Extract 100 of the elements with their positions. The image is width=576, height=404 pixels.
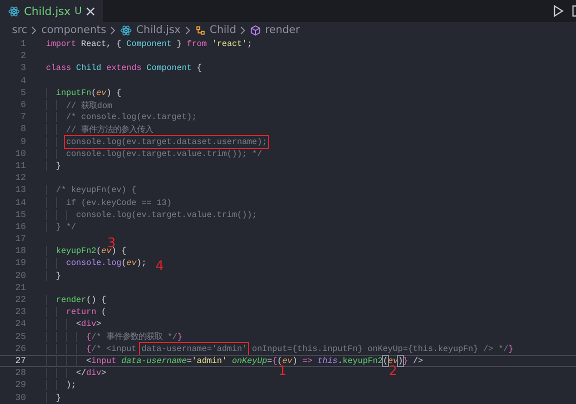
line-number: 14: [14, 198, 26, 208]
breadcrumb-item[interactable]: components: [41, 24, 106, 36]
code-token: input: [91, 356, 116, 366]
code-token: this: [316, 356, 338, 366]
code-token: if (ev.keyCode == 13): [66, 198, 172, 208]
code-token: ) {: [106, 88, 122, 98]
code-token: =: [186, 356, 192, 366]
highlighted-code: console.log(ev.target.dataset.username);: [66, 136, 268, 147]
code-token: }: [177, 332, 182, 342]
code-token: Child: [75, 63, 102, 74]
code-token: div: [81, 319, 96, 330]
code-token: keyupFn2: [342, 356, 383, 366]
chevron-icon: [110, 26, 116, 34]
tab-label: Child.jsx: [24, 4, 71, 18]
code-token: =: [267, 356, 272, 366]
react-icon: [8, 6, 20, 16]
annotation-number: 2: [388, 364, 398, 378]
code-token: div: [86, 368, 102, 378]
line-number: 12: [14, 173, 26, 184]
annotation-number: 4: [156, 260, 164, 274]
breadcrumb-item[interactable]: render: [265, 24, 300, 36]
code-token: Component: [146, 63, 192, 74]
code-token: } */: [56, 222, 76, 232]
line-number: 8: [20, 124, 26, 134]
code-token: {: [86, 332, 92, 342]
line-number: 4: [20, 76, 26, 86]
code-token: ) {: [111, 246, 126, 256]
code-token: }: [402, 356, 408, 366]
code-token: {: [272, 356, 278, 366]
line-number: 21: [14, 282, 26, 293]
status-letter: U: [74, 6, 82, 16]
line-number: 3: [20, 63, 26, 74]
code-token: =>: [302, 356, 312, 366]
code-token: ev: [126, 258, 136, 268]
react-icon: [120, 24, 132, 36]
chevron-icon: [240, 26, 246, 34]
code-token: keyupFn2: [56, 246, 96, 256]
line-number: 23: [14, 307, 26, 318]
code-token: (: [96, 246, 102, 256]
code-token: >: [101, 368, 106, 378]
code-token: }: [56, 270, 62, 281]
breadcrumb-item[interactable]: Child: [210, 24, 236, 36]
code-token: React, {: [80, 39, 122, 50]
line-number: 13: [14, 185, 26, 196]
code-token: onKeyUp: [230, 356, 268, 366]
code-token: /* <input: [91, 344, 138, 354]
line-number: 22: [14, 295, 26, 306]
line-number: 15: [14, 210, 26, 220]
class-icon: [194, 24, 206, 36]
code-token: <: [76, 319, 82, 330]
run-icon[interactable]: [553, 5, 564, 17]
cube-icon: [250, 24, 262, 36]
toolbar-icon[interactable]: [572, 5, 576, 17]
line-number: 7: [20, 112, 26, 122]
code-token: </: [76, 368, 86, 378]
code-token: (: [121, 258, 126, 268]
line-number: 6: [20, 100, 26, 110]
line-number: 17: [14, 234, 26, 244]
code-token: // 获取dom: [66, 100, 112, 111]
code-token: ev: [282, 356, 292, 366]
code-token: return: [66, 307, 96, 318]
code-token: (: [100, 307, 106, 318]
code-token: (: [91, 88, 96, 98]
line-number: 29: [14, 380, 26, 390]
code-token: ): [398, 356, 403, 366]
breadcrumb-item[interactable]: Child.jsx: [136, 24, 181, 36]
breadcrumb-item[interactable]: src: [12, 24, 28, 36]
code-token: (: [382, 356, 388, 366]
code-token: />: [412, 356, 424, 366]
code-token: from: [186, 39, 207, 50]
line-number: 25: [14, 332, 26, 342]
chevron-icon: [184, 26, 191, 34]
code-token: /* keyupFn(ev) {: [56, 185, 136, 196]
code-token: console.log: [66, 258, 122, 268]
code-token: render: [56, 295, 86, 306]
code-token: }: [508, 344, 514, 354]
line-number: 18: [14, 246, 26, 256]
line-number: 19: [14, 258, 26, 268]
code-token: 'admin': [192, 356, 227, 366]
code-token: console.log(ev.target.value.trim()); */: [66, 148, 262, 159]
line-number: 27: [14, 356, 26, 366]
code-token: ): [292, 356, 298, 366]
code-token: // 事件方法的参入传入: [66, 124, 154, 135]
line-number: 10: [14, 148, 26, 159]
code-token: () {: [86, 295, 106, 306]
line-number: 11: [14, 160, 26, 171]
code-token: {: [196, 63, 202, 74]
code-token: data-username: [120, 356, 187, 366]
code-token: }: [56, 392, 62, 403]
line-number: 20: [14, 270, 26, 281]
editor-tab[interactable]: Child.jsx U: [0, 0, 103, 22]
line-number: 26: [14, 344, 26, 354]
code-token: {: [86, 344, 92, 354]
line-number: 5: [20, 88, 26, 98]
code-token: >: [96, 319, 102, 330]
code-token: ev: [96, 88, 106, 98]
code-token: import: [46, 39, 76, 50]
close-icon[interactable]: [86, 6, 95, 16]
code-token: .: [338, 356, 343, 366]
line-number: 30: [14, 392, 26, 403]
